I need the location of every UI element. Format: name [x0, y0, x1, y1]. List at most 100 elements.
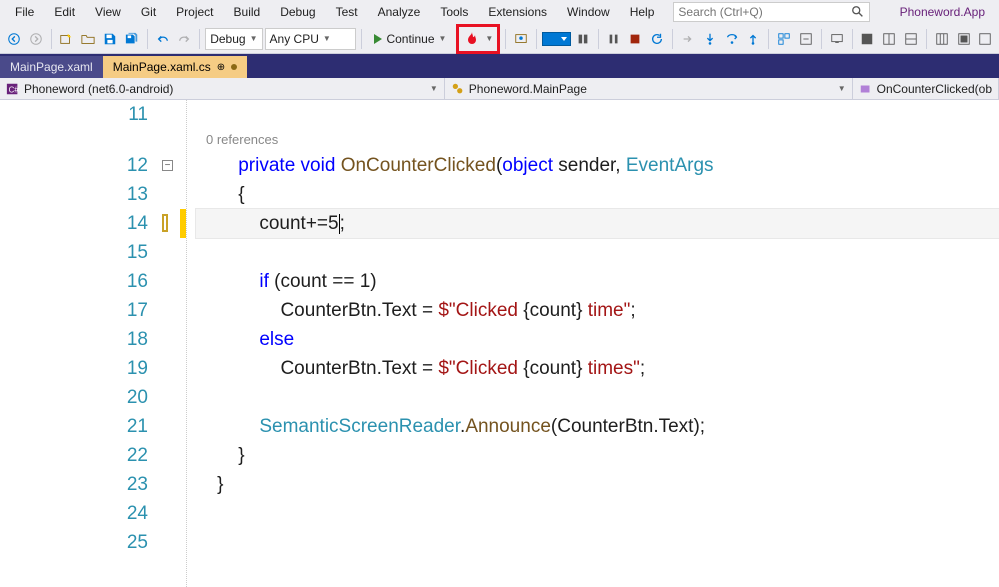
code-nav-bar: C# Phoneword (net6.0-android) ▼ Phonewor…: [0, 78, 999, 100]
menu-build[interactable]: Build: [225, 2, 270, 22]
change-marker-icon: [162, 214, 168, 232]
save-button[interactable]: [100, 28, 120, 50]
toolbar-separator: [926, 29, 927, 49]
layout-5-button[interactable]: [954, 28, 974, 50]
layout-2-button[interactable]: [879, 28, 899, 50]
line-number: 22: [0, 441, 148, 470]
browser-link-button[interactable]: [511, 28, 531, 50]
process-button[interactable]: [573, 28, 593, 50]
toolbar-separator: [199, 29, 200, 49]
line-number: 20: [0, 383, 148, 412]
step-out-button[interactable]: [743, 28, 763, 50]
break-all-button[interactable]: [604, 28, 624, 50]
code-area[interactable]: 0 references private void OnCounterClick…: [186, 100, 999, 587]
pin-icon[interactable]: ⊕: [217, 62, 225, 73]
layout-6-button[interactable]: [975, 28, 995, 50]
line-number: 19: [0, 354, 148, 383]
new-project-button[interactable]: [57, 28, 77, 50]
layout-4-button[interactable]: [932, 28, 952, 50]
toolbar-separator: [361, 29, 362, 49]
line-number: 14: [0, 209, 148, 238]
menu-git[interactable]: Git: [132, 2, 165, 22]
toolbar-separator: [768, 29, 769, 49]
save-all-button[interactable]: [122, 28, 142, 50]
hot-reload-settings-button[interactable]: [827, 28, 847, 50]
code-line[interactable]: }: [196, 441, 999, 470]
menu-window[interactable]: Window: [558, 2, 619, 22]
layout-1-button[interactable]: [857, 28, 877, 50]
code-line[interactable]: CounterBtn.Text = $"Clicked {count} time…: [196, 296, 999, 325]
line-number: 17: [0, 296, 148, 325]
menu-test[interactable]: Test: [327, 2, 367, 22]
hot-reload-button[interactable]: [461, 28, 483, 50]
code-editor[interactable]: 11 12 13 14 15 16 17 18 19 20 21 22 23 2…: [0, 100, 999, 587]
nav-class-combo[interactable]: Phoneword.MainPage ▼: [445, 78, 853, 99]
continue-button[interactable]: Continue ▼: [366, 28, 454, 50]
open-file-button[interactable]: [78, 28, 98, 50]
solution-config-combo[interactable]: Debug▼: [205, 28, 262, 50]
line-number: 23: [0, 470, 148, 499]
line-number: 11: [0, 100, 148, 129]
menu-bar: File Edit View Git Project Build Debug T…: [0, 0, 999, 24]
nav-member-combo[interactable]: OnCounterClicked(ob: [853, 78, 999, 99]
nav-forward-button[interactable]: [26, 28, 46, 50]
code-line[interactable]: }: [196, 470, 999, 499]
codelens-references[interactable]: 0 references: [196, 129, 999, 151]
show-next-statement-button[interactable]: [678, 28, 698, 50]
menu-edit[interactable]: Edit: [45, 2, 84, 22]
code-line[interactable]: SemanticScreenReader.Announce(CounterBtn…: [196, 412, 999, 441]
line-number: 12: [0, 151, 148, 180]
play-icon: [374, 34, 382, 44]
line-number: 25: [0, 528, 148, 557]
code-line[interactable]: [196, 238, 999, 267]
restart-button[interactable]: [647, 28, 667, 50]
solution-platform-combo[interactable]: Any CPU▼: [265, 28, 356, 50]
code-line[interactable]: [196, 383, 999, 412]
debug-target-dropdown[interactable]: [542, 32, 571, 46]
live-visual-tree-button[interactable]: [774, 28, 794, 50]
search-input[interactable]: [678, 5, 850, 19]
nav-back-button[interactable]: [4, 28, 24, 50]
layout-3-button[interactable]: [901, 28, 921, 50]
step-into-button[interactable]: [700, 28, 720, 50]
undo-button[interactable]: [153, 28, 173, 50]
menu-debug[interactable]: Debug: [271, 2, 324, 22]
code-line[interactable]: [196, 100, 999, 129]
tab-mainpage-xaml-cs[interactable]: MainPage.xaml.cs ⊕: [103, 56, 247, 78]
project-name-label[interactable]: Phoneword.App: [892, 2, 993, 22]
menu-project[interactable]: Project: [167, 2, 222, 22]
fold-toggle[interactable]: −: [162, 160, 173, 171]
menu-extensions[interactable]: Extensions: [479, 2, 556, 22]
menu-file[interactable]: File: [6, 2, 43, 22]
nav-project-combo[interactable]: C# Phoneword (net6.0-android) ▼: [0, 78, 445, 99]
line-number: 21: [0, 412, 148, 441]
step-over-button[interactable]: [722, 28, 742, 50]
toolbar-separator: [536, 29, 537, 49]
menu-analyze[interactable]: Analyze: [369, 2, 430, 22]
code-line[interactable]: [196, 499, 999, 528]
fold-column: −: [160, 100, 180, 587]
code-line-active[interactable]: count+=5;: [196, 209, 999, 238]
csharp-project-icon: C#: [6, 82, 20, 96]
quick-search[interactable]: [673, 2, 869, 22]
line-number: 13: [0, 180, 148, 209]
toolbar-separator: [505, 29, 506, 49]
code-line[interactable]: if (count == 1): [196, 267, 999, 296]
xaml-binding-button[interactable]: [796, 28, 816, 50]
menu-help[interactable]: Help: [621, 2, 664, 22]
continue-label: Continue: [386, 32, 434, 46]
stop-debug-button[interactable]: [626, 28, 646, 50]
tab-mainpage-xaml[interactable]: MainPage.xaml: [0, 56, 103, 78]
toolbar-separator: [598, 29, 599, 49]
code-line[interactable]: [196, 528, 999, 557]
code-line[interactable]: {: [196, 180, 999, 209]
code-line[interactable]: private void OnCounterClicked(object sen…: [196, 151, 999, 180]
toolbar-separator: [147, 29, 148, 49]
code-line[interactable]: CounterBtn.Text = $"Clicked {count} time…: [196, 354, 999, 383]
redo-button[interactable]: [175, 28, 195, 50]
menu-view[interactable]: View: [86, 2, 130, 22]
flame-icon: [464, 31, 480, 47]
menu-tools[interactable]: Tools: [431, 2, 477, 22]
class-icon: [451, 82, 465, 96]
code-line[interactable]: else: [196, 325, 999, 354]
